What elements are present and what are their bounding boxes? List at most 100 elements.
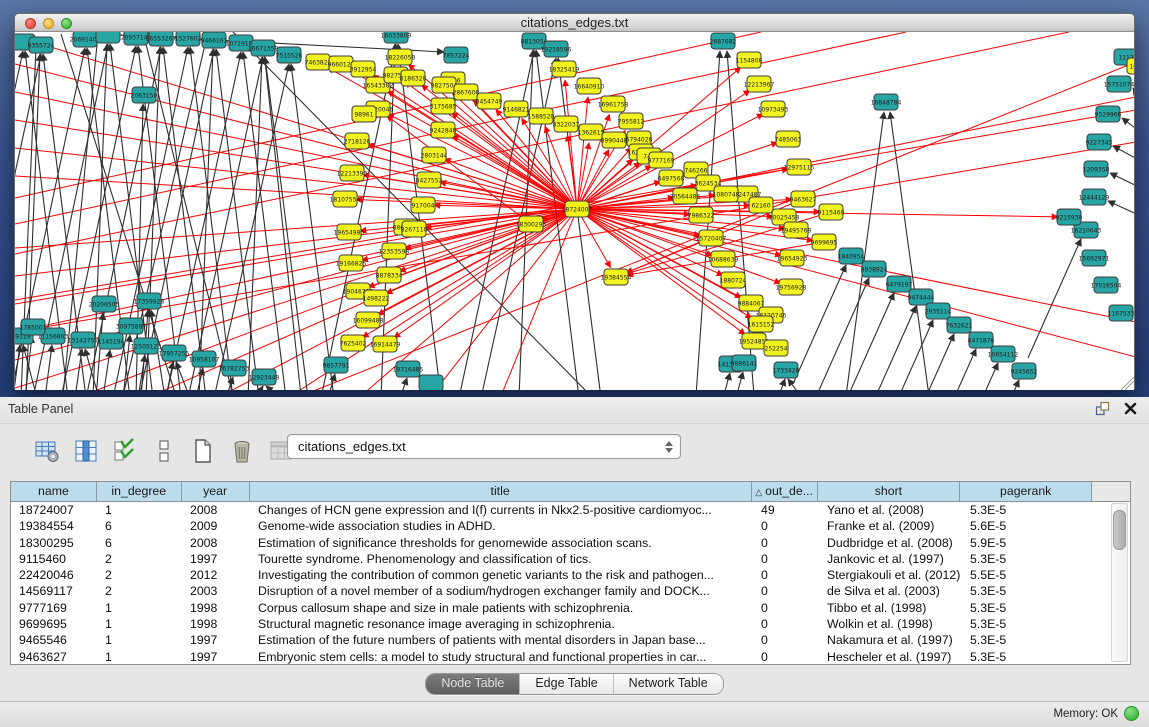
column-header-year[interactable]: year bbox=[182, 482, 250, 501]
cell[interactable]: Yano et al. (2008) bbox=[819, 502, 962, 518]
scrollbar-thumb[interactable] bbox=[1113, 510, 1126, 550]
cell[interactable]: 0 bbox=[753, 518, 819, 534]
clear-selection-icon[interactable] bbox=[151, 438, 177, 464]
network-window-titlebar[interactable]: citations_edges.txt bbox=[15, 14, 1134, 32]
cell[interactable]: 9699695 bbox=[11, 616, 97, 632]
column-header-name[interactable]: name bbox=[11, 482, 97, 501]
cell[interactable]: 2 bbox=[97, 551, 182, 567]
cell[interactable]: Estimation of significance thresholds fo… bbox=[250, 535, 753, 551]
table-selector-dropdown[interactable]: citations_edges.txt bbox=[287, 434, 681, 459]
delete-icon[interactable] bbox=[229, 438, 255, 464]
cell[interactable]: 1 bbox=[97, 632, 182, 648]
graph-node[interactable] bbox=[419, 375, 443, 390]
cell[interactable]: 6 bbox=[97, 518, 182, 534]
cell[interactable]: 2 bbox=[97, 567, 182, 583]
cell[interactable]: 0 bbox=[753, 567, 819, 583]
table-row[interactable]: 1456911722003Disruption of a novel membe… bbox=[11, 583, 1130, 599]
table-row[interactable]: 911546021997Tourette syndrome. Phenomeno… bbox=[11, 551, 1130, 567]
cell[interactable]: Structural magnetic resonance image aver… bbox=[250, 616, 753, 632]
tab-network-table[interactable]: Network Table bbox=[614, 674, 723, 694]
cell[interactable]: 2012 bbox=[182, 567, 250, 583]
cell[interactable]: 0 bbox=[753, 535, 819, 551]
column-header-pagerank[interactable]: pagerank bbox=[960, 482, 1092, 501]
cell[interactable]: Franke et al. (2009) bbox=[819, 518, 962, 534]
cell[interactable]: 6 bbox=[97, 535, 182, 551]
cell[interactable]: 0 bbox=[753, 616, 819, 632]
cell[interactable]: 5.6E-5 bbox=[962, 518, 1094, 534]
cell[interactable]: 5.3E-5 bbox=[962, 632, 1094, 648]
network-graph[interactable]: 1872400718300295193845549355724206914062… bbox=[15, 32, 1134, 390]
cell[interactable]: 0 bbox=[753, 583, 819, 599]
tab-node-table[interactable]: Node Table bbox=[426, 674, 520, 694]
cell[interactable]: 9463627 bbox=[11, 649, 97, 665]
table-row[interactable]: 1872400712008Changes of HCN gene express… bbox=[11, 502, 1130, 518]
table-row[interactable]: 946362711997Embryonic stem cells: a mode… bbox=[11, 649, 1130, 665]
cell[interactable]: Nakamura et al. (1997) bbox=[819, 632, 962, 648]
cell[interactable]: Corpus callosum shape and size in male p… bbox=[250, 600, 753, 616]
cell[interactable]: Estimation of the future numbers of pati… bbox=[250, 632, 753, 648]
column-header-in_degree[interactable]: in_degree bbox=[97, 482, 182, 501]
table-row[interactable]: 977716911998Corpus callosum shape and si… bbox=[11, 600, 1130, 616]
table-row[interactable]: 1938455462009Genome-wide association stu… bbox=[11, 518, 1130, 534]
cell[interactable]: 1998 bbox=[182, 616, 250, 632]
cell[interactable]: 0 bbox=[753, 632, 819, 648]
column-header-short[interactable]: short bbox=[818, 482, 961, 501]
cell[interactable]: 5.9E-5 bbox=[962, 535, 1094, 551]
cell[interactable]: 1 bbox=[97, 616, 182, 632]
cell[interactable]: Stergiakouli et al. (2012) bbox=[819, 567, 962, 583]
cell[interactable]: Dudbridge et al. (2008) bbox=[819, 535, 962, 551]
cell[interactable]: 2003 bbox=[182, 583, 250, 599]
cell[interactable]: 0 bbox=[753, 551, 819, 567]
cell[interactable]: 1 bbox=[97, 649, 182, 665]
cell[interactable]: Disruption of a novel member of a sodium… bbox=[250, 583, 753, 599]
cell[interactable]: 1 bbox=[97, 502, 182, 518]
select-columns-icon[interactable] bbox=[73, 438, 99, 464]
cell[interactable]: Changes of HCN gene expression and I(f) … bbox=[250, 502, 753, 518]
cell[interactable]: 18724007 bbox=[11, 502, 97, 518]
table-row[interactable]: 1830029562008Estimation of significance … bbox=[11, 535, 1130, 551]
tab-edge-table[interactable]: Edge Table bbox=[520, 674, 613, 694]
table-row[interactable]: 946554611997Estimation of the future num… bbox=[11, 632, 1130, 648]
cell[interactable]: Hescheler et al. (1997) bbox=[819, 649, 962, 665]
cell[interactable]: 1997 bbox=[182, 649, 250, 665]
cell[interactable]: 18300295 bbox=[11, 535, 97, 551]
cell[interactable]: 9115460 bbox=[11, 551, 97, 567]
close-icon[interactable] bbox=[1124, 402, 1137, 420]
cell[interactable]: Genome-wide association studies in ADHD. bbox=[250, 518, 753, 534]
network-canvas[interactable]: 1872400718300295193845549355724206914062… bbox=[15, 32, 1134, 390]
cell[interactable]: 5.3E-5 bbox=[962, 502, 1094, 518]
new-document-icon[interactable] bbox=[190, 438, 216, 464]
cell[interactable]: 1997 bbox=[182, 632, 250, 648]
table-settings-icon[interactable] bbox=[34, 438, 60, 464]
cell[interactable]: 2009 bbox=[182, 518, 250, 534]
cell[interactable]: 0 bbox=[753, 649, 819, 665]
table-row[interactable]: 2242004622012Investigating the contribut… bbox=[11, 567, 1130, 583]
vertical-scrollbar[interactable] bbox=[1111, 503, 1128, 662]
cell[interactable]: Wolkin et al. (1998) bbox=[819, 616, 962, 632]
cell[interactable]: 2 bbox=[97, 583, 182, 599]
cell[interactable]: Tibbo et al. (1998) bbox=[819, 600, 962, 616]
cell[interactable]: 1 bbox=[97, 600, 182, 616]
graph-node[interactable] bbox=[96, 32, 120, 43]
cell[interactable]: 5.3E-5 bbox=[962, 551, 1094, 567]
select-all-icon[interactable] bbox=[112, 438, 138, 464]
cell[interactable]: 9777169 bbox=[11, 600, 97, 616]
cell[interactable]: Tourette syndrome. Phenomenology and cla… bbox=[250, 551, 753, 567]
cell[interactable]: Jankovic et al. (1997) bbox=[819, 551, 962, 567]
cell[interactable]: 22420046 bbox=[11, 567, 97, 583]
cell[interactable]: 9465546 bbox=[11, 632, 97, 648]
cell[interactable]: 14569117 bbox=[11, 583, 97, 599]
cell[interactable]: 2008 bbox=[182, 502, 250, 518]
column-header-out_de[interactable]: △out_de... bbox=[752, 482, 818, 501]
cell[interactable]: 5.3E-5 bbox=[962, 649, 1094, 665]
float-window-icon[interactable] bbox=[1095, 401, 1110, 421]
cell[interactable]: Embryonic stem cells: a model to study s… bbox=[250, 649, 753, 665]
cell[interactable]: Investigating the contribution of common… bbox=[250, 567, 753, 583]
table-row[interactable]: 969969511998Structural magnetic resonanc… bbox=[11, 616, 1130, 632]
column-header-title[interactable]: title bbox=[250, 482, 752, 501]
memory-ok-icon[interactable] bbox=[1124, 706, 1139, 721]
cell[interactable]: 19384554 bbox=[11, 518, 97, 534]
cell[interactable]: 1998 bbox=[182, 600, 250, 616]
cell[interactable]: 1997 bbox=[182, 551, 250, 567]
cell[interactable]: de Silva et al. (2003) bbox=[819, 583, 962, 599]
